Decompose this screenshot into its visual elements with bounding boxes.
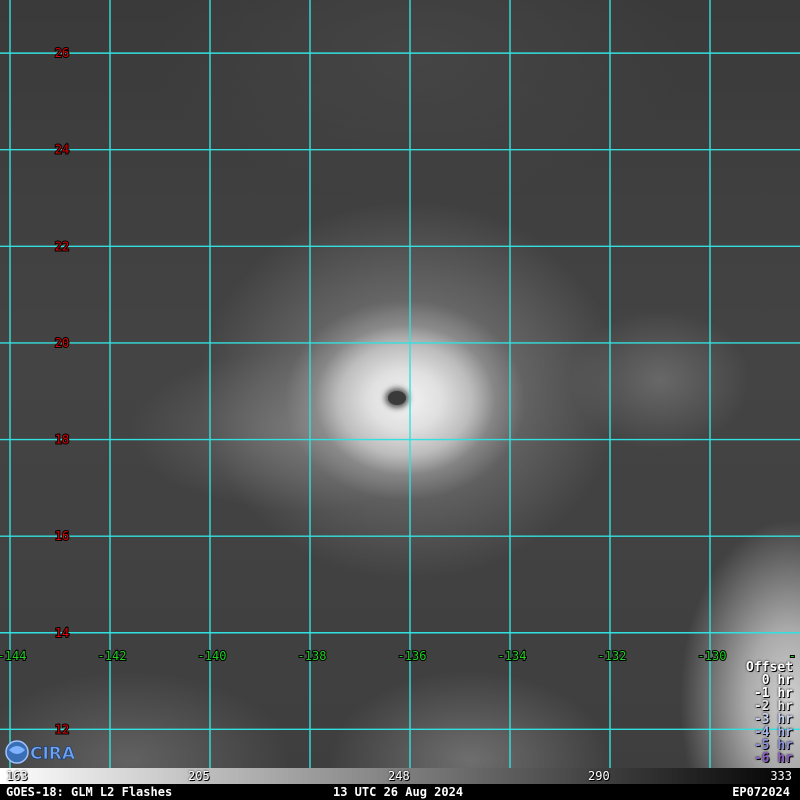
- latitude-label: 16: [55, 529, 69, 543]
- colorbar-tick-label: 333: [770, 769, 792, 783]
- longitude-label: -134: [498, 649, 527, 663]
- latitude-label: 12: [55, 722, 69, 736]
- longitude-label: -140: [198, 649, 227, 663]
- logo-text: CIRA: [30, 744, 74, 764]
- longitude-label: -138: [298, 649, 327, 663]
- longitude-label: -142: [98, 649, 127, 663]
- offset-legend: Offset 0 hr -1 hr -2 hr -3 hr -4 hr -5 hr -6 h…: [746, 661, 793, 765]
- map-grid-overlay: -144 -142 -140 -138 -136 -134 -132 -130 -2624222…: [0, 0, 800, 768]
- legend-item: -6 hr: [753, 751, 793, 766]
- footer-bar: GOES-18: GLM L2 Flashes 13 UTC 26 Aug 20…: [0, 784, 800, 800]
- footer-time: 13 UTC 26 Aug 2024: [333, 785, 464, 799]
- longitude-label: -130: [698, 649, 727, 663]
- longitude-label: -132: [598, 649, 627, 663]
- latitude-label: 18: [55, 433, 69, 447]
- footer-source: GOES-18: GLM L2 Flashes: [6, 785, 173, 799]
- colorbar-tick-label: 205: [188, 769, 210, 783]
- colorbar-tick-label: 290: [588, 769, 610, 783]
- colorbar-tick-label: 163: [6, 769, 28, 783]
- longitude-label: -144: [0, 649, 26, 663]
- longitude-label: -136: [398, 649, 427, 663]
- latitude-label: 14: [55, 626, 69, 640]
- latitude-label: 22: [55, 239, 69, 253]
- latitude-label: 20: [55, 336, 69, 350]
- cira-logo: CIRA: [5, 740, 74, 764]
- colorbar: 163 205 248 290 333: [0, 768, 800, 784]
- latitude-label: 26: [55, 46, 69, 60]
- footer-storm-id: EP072024: [732, 785, 790, 799]
- colorbar-tick-label: 248: [388, 769, 410, 783]
- latitude-label: 24: [55, 143, 69, 157]
- satellite-image: -144 -142 -140 -138 -136 -134 -132 -130-26 24 22 2…: [0, 0, 800, 800]
